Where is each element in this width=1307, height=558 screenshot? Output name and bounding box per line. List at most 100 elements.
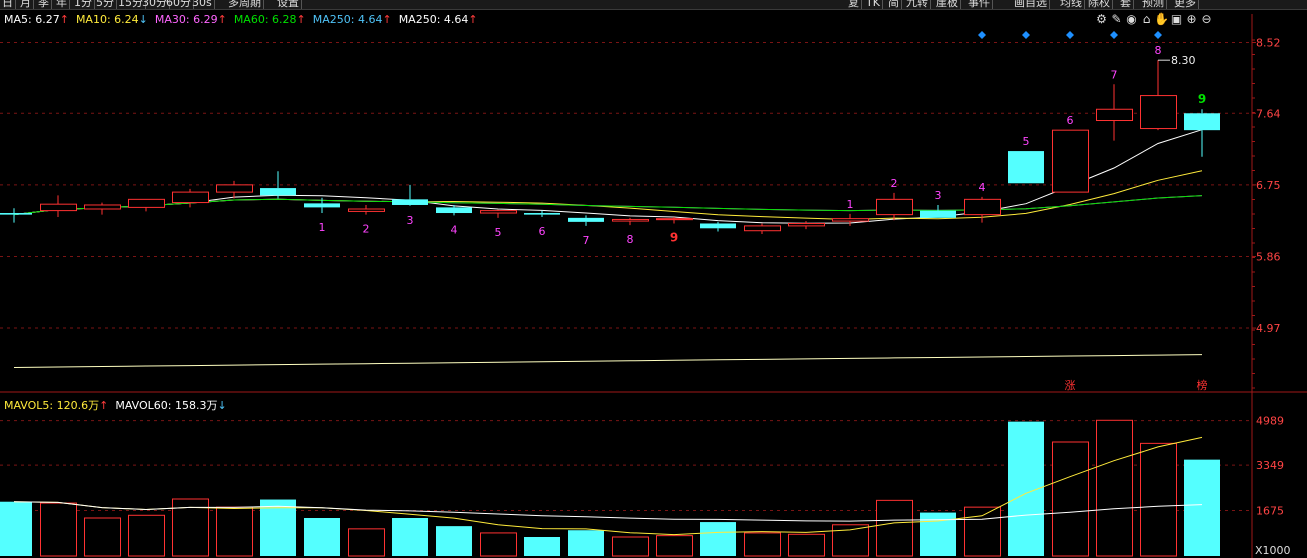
y-tick-label: 7.64: [1256, 107, 1281, 120]
legend-entry: MAVOL60: 158.3万↓: [115, 399, 227, 412]
y-tick-label: 8.52: [1256, 36, 1281, 49]
volume-bar: [1052, 441, 1089, 557]
volume-bar: [348, 528, 385, 557]
store-icon[interactable]: ⌂: [1139, 12, 1154, 26]
stock-kline-chart: 8.527.646.755.864.97498933491675X10001 23…: [0, 14, 1307, 558]
legend-entry: MA10: 6.24↓: [75, 13, 148, 26]
count-label: 9: [670, 230, 678, 244]
signal-diamond: [1022, 31, 1030, 39]
count-label: 3: [407, 214, 414, 227]
eye-icon[interactable]: ◉: [1124, 12, 1139, 26]
candle-body: [0, 213, 32, 215]
candle-body: [480, 210, 517, 214]
volume-unit-label: X1000: [1255, 544, 1291, 557]
candle-body: [260, 188, 296, 196]
count-label: 4: [979, 181, 986, 194]
count-label: 5: [495, 226, 502, 239]
candle-body: [788, 222, 825, 227]
legend-entry: MA250: 4.64↑: [312, 13, 392, 26]
legend-entry: MAVOL5: 120.6万↑: [4, 399, 109, 412]
chart-tools: ⚙ ✎ ◉ ⌂ ✋ ▣ ⊕ ⊖: [1094, 12, 1214, 26]
count-label: 5: [1023, 135, 1030, 148]
hand-icon[interactable]: ✋: [1154, 12, 1169, 26]
volume-bar: [788, 533, 825, 557]
candle-body: [1184, 113, 1220, 131]
volume-bar: [0, 501, 32, 556]
y-tick-label: 4.97: [1256, 322, 1281, 335]
volume-bar: [964, 506, 1001, 557]
count-label: 1: [319, 221, 326, 234]
y-tick-label: 6.75: [1256, 179, 1281, 192]
signal-diamond: [978, 31, 986, 39]
trend-arrow: ↑: [296, 13, 306, 26]
candle-body: [172, 191, 209, 204]
volume-bar: [216, 506, 253, 557]
candle-body: [1140, 95, 1177, 130]
candle-body: [744, 225, 781, 232]
volume-bar: [876, 499, 913, 557]
candle-body: [84, 204, 121, 210]
volume-legend: MAVOL5: 120.6万↑ MAVOL60: 158.3万↓: [4, 397, 234, 413]
volume-bar: [84, 517, 121, 557]
y-tick-label: 5.86: [1256, 250, 1281, 263]
volume-bar: [436, 526, 472, 556]
candle-body: [876, 198, 913, 216]
count-label: 7: [1111, 68, 1118, 81]
volume-bar: [612, 536, 649, 557]
count-label: 9: [1198, 92, 1206, 106]
volume-bar: [128, 514, 165, 557]
candle-body: [920, 210, 956, 218]
volume-bar: [1096, 419, 1133, 557]
signal-diamond: [1066, 31, 1074, 39]
ma250-line: [13, 354, 1203, 368]
legend-entry: MA250: 4.64↑: [398, 13, 478, 26]
event-marker: 涨: [1065, 379, 1076, 392]
ma-legend: MA5: 6.27↑ MA10: 6.24↓ MA30: 6.29↑ MA60: 6.…: [4, 13, 485, 26]
candle-body: [304, 203, 340, 208]
volume-bar: [656, 535, 693, 557]
trend-arrow: ↑: [59, 13, 69, 26]
legend-entry: MA30: 6.29↑: [154, 13, 227, 26]
volume-bar: [568, 530, 604, 556]
count-label: 6: [1067, 114, 1074, 127]
count-label: 2: [363, 223, 370, 236]
lock-icon[interactable]: ▣: [1169, 12, 1184, 26]
trend-arrow: ↑: [468, 13, 478, 26]
volume-bar: [744, 532, 781, 557]
high-price-label: 8.30: [1171, 54, 1196, 67]
minus-icon[interactable]: ⊖: [1199, 12, 1214, 26]
trend-arrow: ↑: [217, 13, 227, 26]
legend-entry: MA5: 6.27↑: [4, 13, 69, 26]
trend-arrow: ↓: [217, 399, 227, 412]
candle-body: [348, 208, 385, 212]
candle-body: [832, 218, 869, 222]
candle-body: [612, 218, 649, 222]
volume-bar: [40, 502, 77, 557]
volume-tick-label: 4989: [1256, 415, 1284, 428]
volume-bar: [524, 537, 560, 556]
candle-body: [216, 184, 253, 193]
count-label: 7: [583, 234, 590, 247]
edit-icon[interactable]: ✎: [1109, 12, 1124, 26]
count-label: 6: [539, 225, 546, 238]
candle-body: [524, 213, 560, 215]
signal-diamond: [1154, 31, 1162, 39]
trend-arrow: ↑: [99, 399, 109, 412]
volume-tick-label: 1675: [1256, 505, 1284, 518]
plus-icon[interactable]: ⊕: [1184, 12, 1199, 26]
count-label: 2: [891, 177, 898, 190]
legend-entry: MA60: 6.28↑: [233, 13, 306, 26]
candle-body: [1052, 129, 1089, 193]
candle-body: [128, 198, 165, 208]
candle-body: [1008, 151, 1044, 184]
signal-diamond: [1110, 31, 1118, 39]
event-marker: 榜: [1197, 378, 1208, 392]
candle-body: [964, 198, 1001, 216]
volume-bar: [392, 518, 428, 556]
candle-body: [700, 223, 736, 229]
settings-icon[interactable]: ⚙: [1094, 12, 1109, 26]
candle-body: [392, 199, 428, 205]
count-label: 1: [847, 198, 854, 211]
count-label: 8: [627, 233, 634, 246]
candle-body: [568, 217, 604, 222]
